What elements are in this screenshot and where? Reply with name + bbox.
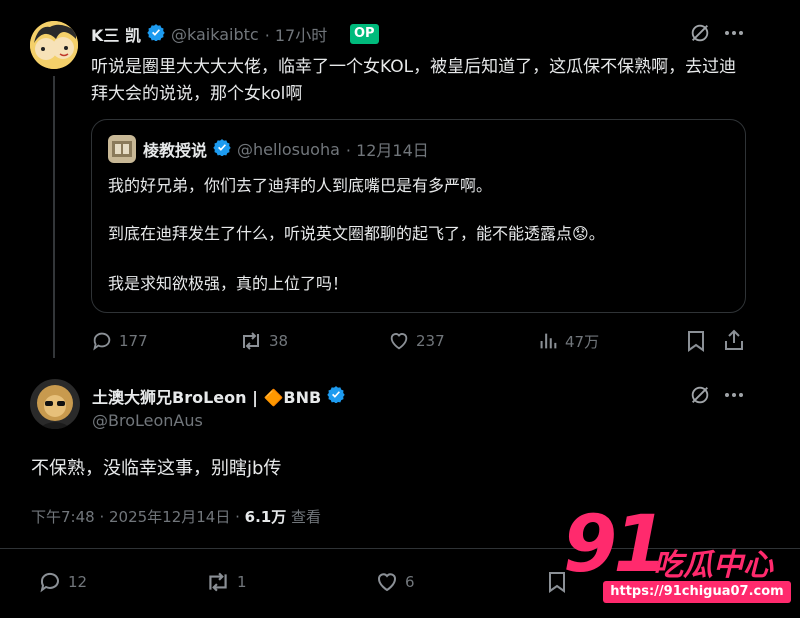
like-button[interactable]: 237 (388, 330, 445, 352)
post2-header: 土澳大狮兄BroLeon | 🔶BNB (92, 385, 345, 407)
quote-time[interactable]: · 12月14日 (346, 137, 429, 161)
post2-timestamp[interactable]: 下午7:48 · 2025年12月14日 · (31, 508, 245, 526)
quote-display-name[interactable]: 棱教授说 (143, 137, 207, 161)
repost-icon (209, 572, 227, 592)
verified-badge-icon (213, 138, 231, 160)
post1-display-name[interactable]: K三 凯 (91, 22, 141, 46)
like-count: 6 (405, 573, 415, 591)
thread-connector-line (53, 76, 55, 358)
quote-paragraph-2-text: 到底在迪拜发生了什么，听说英文圈都聊的起飞了，能不能透露点 (108, 224, 573, 243)
reply-icon (93, 332, 111, 351)
quote-handle[interactable]: @hellosuoha (237, 140, 340, 159)
post2-meta: 下午7:48 · 2025年12月14日 · 6.1万 查看 (31, 506, 321, 527)
reply-button[interactable]: 177 (91, 330, 148, 352)
post1-handle[interactable]: @kaikaibtc (171, 25, 259, 44)
op-badge: OP (350, 24, 379, 44)
verified-badge-icon (147, 23, 165, 45)
quote-paragraph-2: 到底在迪拜发生了什么，听说英文圈都聊的起飞了，能不能透露点😟。 (108, 220, 728, 247)
grok-icon[interactable] (689, 384, 711, 406)
grok-icon[interactable] (689, 22, 711, 44)
quote-paragraph-3: 我是求知欲极强，真的上位了吗！ (108, 274, 349, 293)
like-count: 237 (416, 332, 445, 350)
views-button[interactable]: 47万 (537, 330, 599, 352)
bookmark-icon[interactable] (686, 330, 706, 356)
reply-icon (40, 572, 59, 593)
like-button[interactable]: 6 (375, 570, 415, 594)
quote-paragraph-1: 我的好兄弟，你们去了迪拜的人到底嘴巴是有多严啊。 (108, 176, 493, 195)
watermark-url: https://91chigua07.com (603, 581, 791, 603)
reply-count: 177 (119, 332, 148, 350)
verified-badge-icon (327, 385, 345, 407)
views-count: 47万 (565, 332, 600, 351)
watermark-site-name: 吃瓜中心 (653, 548, 773, 583)
repost-count: 1 (237, 573, 247, 591)
repost-button[interactable]: 38 (239, 330, 288, 352)
avatar-hellosuoha[interactable] (108, 135, 136, 163)
post2-views-label: 查看 (286, 508, 322, 526)
post1-time[interactable]: · 17小时 (265, 22, 328, 46)
worried-face-emoji: 😟 (572, 224, 589, 243)
post1-text: 听说是圈里大大大大佬，临幸了一个女KOL，被皇后知道了，这瓜保不保熟啊，去过迪拜… (91, 57, 737, 104)
watermark-91: 91 (563, 500, 668, 590)
quote-header: 棱教授说 @hellosuoha · 12月14日 (143, 138, 429, 160)
repost-icon (243, 332, 259, 350)
more-options-icon[interactable] (724, 24, 744, 42)
heart-icon (378, 573, 396, 592)
reply-button[interactable]: 12 (38, 570, 87, 594)
post2-views-count: 6.1万 (244, 508, 287, 526)
avatar-kaikai[interactable] (30, 21, 78, 69)
share-icon[interactable] (724, 329, 744, 355)
more-options-icon[interactable] (724, 386, 744, 404)
avatar-broleon[interactable] (30, 379, 80, 429)
views-icon (540, 333, 557, 349)
post2-text: 不保熟，没临幸这事，别瞎jb传 (31, 458, 282, 479)
post1-header: K三 凯 @kaikaibtc · 17小时 (91, 22, 327, 46)
watermark-logo: 91 吃瓜中心 https://91chigua07.com (563, 504, 795, 612)
quote-paragraph-2-end: 。 (588, 224, 605, 243)
repost-button[interactable]: 1 (205, 570, 247, 594)
repost-count: 38 (269, 332, 289, 350)
post2-display-name[interactable]: 土澳大狮兄BroLeon | 🔶BNB (92, 384, 321, 408)
reply-count: 12 (68, 573, 88, 591)
post2-handle[interactable]: @BroLeonAus (92, 411, 203, 430)
heart-icon (390, 333, 408, 350)
